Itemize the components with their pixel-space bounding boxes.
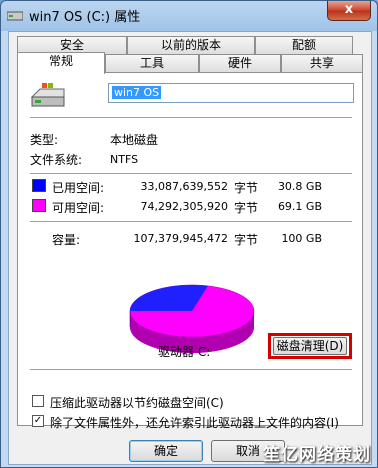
separator bbox=[30, 117, 352, 118]
dialog-body: 安全 以前的版本 配额 常规 工具 硬件 共享 win7 OS 类型: 本地磁盘… bbox=[8, 31, 372, 465]
free-space-label: 可用空间: bbox=[52, 201, 105, 215]
ok-button[interactable]: 确定 bbox=[129, 440, 203, 462]
general-panel: win7 OS 类型: 本地磁盘 文件系统: NTFS 已用空间: 33,087… bbox=[17, 72, 363, 430]
watermark-text: 笙亿网络策划 bbox=[263, 445, 371, 465]
used-space-label: 已用空间: bbox=[52, 181, 105, 195]
tab-sharing[interactable]: 共享 bbox=[281, 54, 363, 72]
capacity-label: 容量: bbox=[52, 233, 81, 247]
tab-previous-versions[interactable]: 以前的版本 bbox=[127, 36, 255, 54]
type-label: 类型: bbox=[30, 133, 59, 147]
type-value: 本地磁盘 bbox=[110, 133, 159, 147]
index-checkbox[interactable]: ✓ bbox=[32, 415, 44, 427]
tab-general[interactable]: 常规 bbox=[17, 52, 105, 74]
properties-window: win7 OS (C:) 属性 x 安全 以前的版本 配额 常规 工具 硬件 共… bbox=[0, 0, 378, 468]
disk-cleanup-button[interactable]: 磁盘清理(D) bbox=[273, 337, 347, 355]
volume-name-input[interactable]: win7 OS bbox=[108, 83, 354, 103]
separator bbox=[30, 369, 352, 370]
tab-hardware[interactable]: 硬件 bbox=[199, 54, 281, 72]
index-label: 除了文件属性外，还允许索引此驱动器上文件的内容(I) bbox=[50, 416, 339, 430]
used-space-swatch bbox=[32, 179, 46, 192]
hard-drive-icon bbox=[30, 83, 65, 107]
used-space-unit: 字节 bbox=[234, 181, 259, 195]
capacity-size: 100 GB bbox=[281, 232, 322, 245]
used-space-size: 30.8 GB bbox=[277, 180, 322, 193]
free-space-size: 69.1 GB bbox=[277, 200, 322, 213]
compress-checkbox[interactable] bbox=[32, 395, 44, 407]
free-space-unit: 字节 bbox=[234, 201, 259, 215]
capacity-bytes: 107,379,945,472 bbox=[133, 232, 228, 245]
filesystem-label: 文件系统: bbox=[30, 153, 83, 167]
capacity-unit: 字节 bbox=[234, 233, 259, 247]
drive-letter-label: 驱动器 C: bbox=[158, 345, 211, 359]
filesystem-value: NTFS bbox=[110, 153, 139, 166]
title-bar[interactable]: win7 OS (C:) 属性 x bbox=[1, 1, 377, 29]
compress-label: 压缩此驱动器以节约磁盘空间(C) bbox=[50, 396, 224, 410]
free-space-bytes: 74,292,305,920 bbox=[140, 200, 228, 213]
close-button[interactable]: x bbox=[327, 1, 371, 21]
used-space-bytes: 33,087,639,552 bbox=[140, 180, 228, 193]
drive-icon bbox=[7, 11, 23, 21]
highlight-box: 磁盘清理(D) bbox=[268, 333, 352, 359]
separator bbox=[30, 173, 352, 174]
free-space-swatch bbox=[32, 199, 46, 212]
tab-quota[interactable]: 配额 bbox=[255, 36, 353, 54]
tab-tools[interactable]: 工具 bbox=[105, 54, 199, 72]
separator bbox=[30, 221, 352, 222]
window-title: win7 OS (C:) 属性 bbox=[29, 10, 141, 25]
